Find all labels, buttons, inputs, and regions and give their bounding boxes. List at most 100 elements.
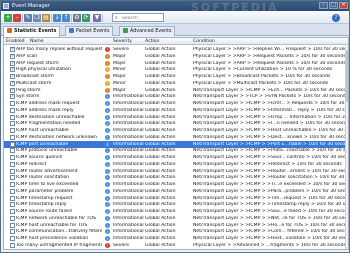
event-name: ICMP address mask reply [16, 107, 74, 113]
enabled-checkbox[interactable]: ✓ [10, 60, 15, 66]
event-condition: Net/Transport Layer > >ICMP > >Com... fi… [193, 229, 348, 235]
enabled-checkbox[interactable] [10, 242, 15, 248]
column-header-action[interactable]: Action [145, 39, 159, 44]
enabled-checkbox[interactable] [10, 101, 15, 106]
enabled-checkbox[interactable] [10, 141, 15, 147]
event-name: ICMP destination unreachable [16, 114, 85, 120]
event-condition: Physical Layer > >Advanced > ...fragment… [193, 242, 346, 248]
copy-icon[interactable]: ❐ [33, 14, 41, 22]
enabled-checkbox[interactable] [10, 128, 15, 133]
enabled-checkbox[interactable] [10, 148, 15, 154]
toolbar-separator [22, 14, 23, 22]
severity-severe-icon: ! [105, 242, 110, 248]
event-name: Multicast storm [16, 80, 52, 86]
title-bar[interactable]: Event Manager SOFTPEDIA – □ ✕ [1, 1, 349, 14]
events-table[interactable]: Enabled Name Severity Action Condition ✓… [3, 37, 349, 250]
event-condition: Net/Transport Layer > >ICMP > >Tim...req… [193, 195, 348, 201]
event-name: ICMP destination network unknown [16, 134, 97, 140]
toolbar-separator [51, 14, 52, 22]
enabled-checkbox[interactable]: ✓ [10, 94, 15, 100]
enabled-checkbox[interactable]: ✓ [10, 47, 15, 52]
event-action: Global Action [145, 80, 176, 86]
enabled-checkbox[interactable] [10, 114, 15, 120]
event-condition: Net/Transport Layer > >ICMP > >Redirect … [193, 161, 342, 167]
vertical-scrollbar[interactable] [345, 46, 348, 249]
column-header-enabled[interactable]: Enabled [6, 39, 25, 44]
event-severity: Informational [113, 134, 144, 140]
filter-icon[interactable]: ▼ [93, 14, 101, 22]
enabled-checkbox[interactable] [10, 209, 15, 214]
enabled-checkbox[interactable]: ✓ [10, 53, 15, 59]
import-icon[interactable]: ↓ [53, 14, 61, 22]
enabled-checkbox[interactable] [10, 215, 15, 221]
enabled-checkbox[interactable]: ✓ [10, 87, 15, 93]
event-severity: Major [113, 74, 126, 79]
tab-packet-events[interactable]: Packet Events [65, 26, 114, 36]
event-condition: Net/Transport Layer > >ICMP > >Para...pr… [193, 188, 348, 194]
event-name: High physical utilization [16, 67, 71, 73]
event-name: ICMP source quench [16, 155, 63, 160]
event-name: ICMP protocol unreachable [16, 148, 78, 154]
event-severity: Informational [113, 229, 144, 235]
search-box[interactable]: ⌕ [112, 13, 164, 22]
event-name: ICMP timestamp request [16, 195, 73, 201]
column-header-condition[interactable]: Condition [193, 39, 215, 44]
enabled-checkbox[interactable] [10, 188, 15, 194]
enabled-checkbox[interactable]: ✓ [10, 67, 15, 73]
event-condition: Net/Transport Layer > >TCP > >SYN Packet… [193, 94, 348, 100]
add-icon[interactable]: + [4, 14, 12, 22]
edit-icon[interactable]: ✎ [24, 14, 32, 22]
event-action: Global Action [145, 195, 176, 201]
event-severity: Informational [113, 141, 144, 147]
event-action: Global Action [145, 215, 176, 221]
search-icon: ⌕ [115, 15, 118, 21]
enabled-checkbox[interactable] [10, 134, 15, 140]
severity-informational-icon: i [105, 101, 110, 106]
severity-informational-icon: i [105, 182, 110, 187]
enabled-checkbox[interactable]: ✓ [10, 80, 15, 86]
enabled-checkbox[interactable] [10, 155, 15, 160]
tab-label: Packet Events [76, 29, 110, 34]
event-severity: Major [113, 53, 126, 59]
enabled-checkbox[interactable] [10, 236, 15, 241]
minimize-button[interactable]: – [319, 2, 328, 9]
tab-advanced-events[interactable]: Advanced Events [119, 26, 176, 36]
event-severity: Informational [113, 215, 144, 221]
column-header-name[interactable]: Name [30, 39, 44, 44]
enabled-checkbox[interactable] [10, 250, 15, 251]
event-name: Too many TCP retries [16, 250, 102, 251]
search-input[interactable] [122, 15, 162, 21]
export-icon[interactable]: ↑ [62, 14, 70, 22]
enabled-checkbox[interactable] [10, 222, 15, 228]
enabled-checkbox[interactable] [10, 182, 15, 187]
column-header-severity[interactable]: Severity [113, 39, 132, 44]
settings-icon[interactable]: ⚙ [73, 14, 81, 22]
event-name: ICMP communication...tratively filtered [16, 229, 102, 235]
event-name: ARP request storm [16, 60, 59, 66]
event-name: Too many unfragmented IP fragments [16, 242, 102, 248]
enabled-checkbox[interactable] [10, 168, 15, 174]
maximize-button[interactable]: □ [329, 2, 338, 9]
enabled-checkbox[interactable] [10, 229, 15, 235]
enabled-checkbox[interactable] [10, 161, 15, 167]
help-icon[interactable]: ? [332, 14, 340, 22]
close-button[interactable]: ✕ [339, 2, 348, 9]
event-severity: Informational [113, 222, 144, 228]
refresh-icon[interactable]: ⟳ [82, 14, 90, 22]
enabled-checkbox[interactable] [10, 107, 15, 113]
scrollbar-thumb[interactable] [346, 50, 348, 102]
enabled-checkbox[interactable]: ✓ [10, 74, 15, 79]
severity-informational-icon: i [105, 175, 110, 181]
paste-icon[interactable]: ▤ [42, 14, 50, 22]
table-row[interactable]: Too many TCP retries!SevereGlobal Action… [4, 249, 348, 251]
event-action: Global Action [145, 74, 176, 79]
tab-statistic-events[interactable]: Statistic Events [3, 26, 61, 37]
enabled-checkbox[interactable] [10, 202, 15, 208]
event-action: Global Action [145, 155, 176, 160]
enabled-checkbox[interactable] [10, 121, 15, 127]
remove-icon[interactable]: – [13, 14, 21, 22]
severity-informational-icon: i [105, 121, 110, 127]
statistic-events-icon [7, 28, 12, 33]
enabled-checkbox[interactable] [10, 195, 15, 201]
enabled-checkbox[interactable] [10, 175, 15, 181]
